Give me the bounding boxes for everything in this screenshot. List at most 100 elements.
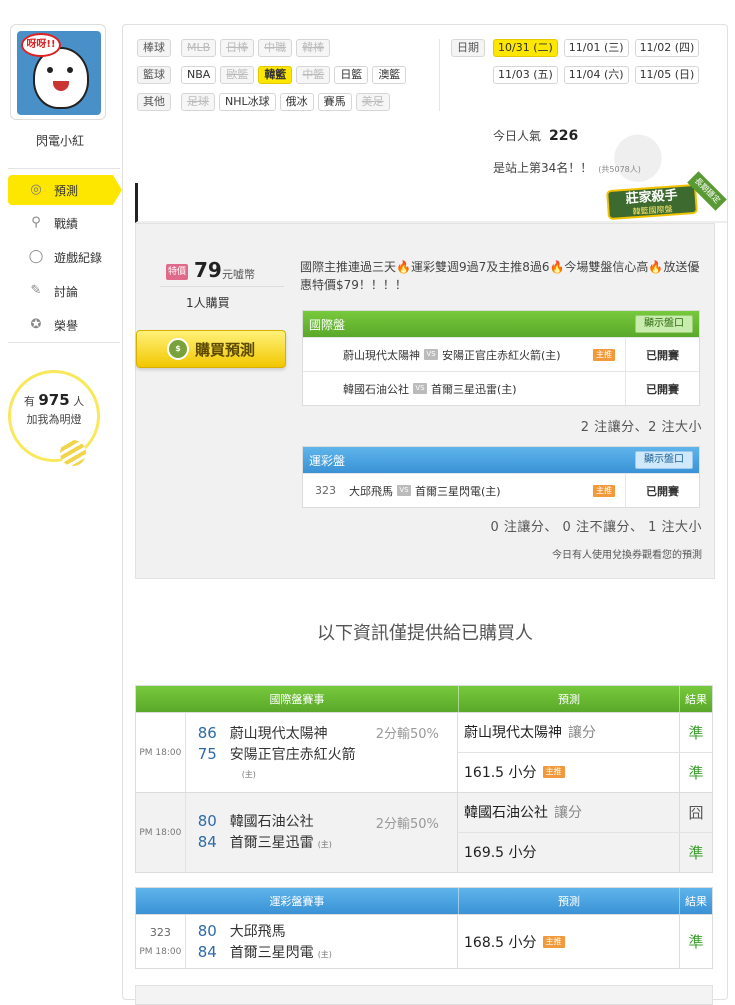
filter-baseball: 棒球 MLB 日棒 中職 韓棒 [137,39,331,57]
badge-subtitle: 韓籃國際盤 [632,204,673,217]
special-price-tag: 特價 [166,264,188,280]
pick-value: 161.5 小分 [464,765,537,782]
username[interactable]: 閃電小紅 [0,132,120,149]
date-tag[interactable]: 11/01 (三) [563,39,629,57]
category-label: 籃球 [137,66,171,84]
match-number: 323 [149,926,171,939]
tag-euro-basketball[interactable]: 歐籃 [220,66,255,84]
home-team: 大邱飛馬 [349,484,393,498]
avatar-mouth [53,81,69,91]
away-team: 首爾三星閃電 [229,945,314,961]
fans-prefix: 有 [23,395,35,408]
show-odds-button[interactable]: 顯示盤口 [635,451,693,469]
match-time: PM 18:00 [136,713,186,792]
tag-china-basketball[interactable]: 中籃 [296,66,331,84]
bottom-panel [135,985,713,1005]
nav-item-discussion[interactable]: ✎ 討論 [8,276,122,306]
date-tag[interactable]: 11/02 (四) [634,39,700,57]
fans-count-line: 有 975 人 [11,391,97,409]
date-label: 日期 [451,39,485,57]
pick: 169.5 小分 [458,832,680,872]
away-team: 首爾三星迅雷(主) [431,382,517,396]
pick: 蔚山現代太陽神 讓分 [458,713,680,752]
intl-line-title: 國際盤 [309,317,346,332]
popularity: 今日人氣 226 [493,127,578,144]
avatar-bubble: 呀呀!! [21,33,61,57]
nav-item-game-history[interactable]: ◯ 遊戲紀錄 [8,242,122,272]
host-marker: (主) [317,840,332,849]
avatar[interactable]: 呀呀!! [10,24,106,120]
fans-bulb[interactable]: 有 975 人 加我為明燈 [8,370,100,462]
nav-item-record[interactable]: ⚲ 戰績 [8,208,122,238]
table-header: 運彩盤賽事 預測 結果 [136,888,712,914]
match-teams: 80 大邱飛馬 84 首爾三星閃電 (主) [186,915,458,968]
tag-soccer[interactable]: 足球 [181,93,215,111]
picks: 168.5 小分 主推 準 [458,915,712,968]
vs-icon: VS [397,485,411,496]
show-odds-button[interactable]: 顯示盤口 [635,315,693,333]
nav-label: 榮譽 [54,318,79,333]
lottery-summary: 0 注讓分、 0 注不讓分、 1 注大小 [490,520,702,535]
date-tag[interactable]: 11/03 (五) [493,66,558,84]
column-header: 運彩盤賽事 [136,888,459,914]
nav-item-predict[interactable]: ◎ 預測 [8,175,122,205]
date-tag[interactable]: 11/04 (六) [563,66,629,84]
tag-russia-hockey[interactable]: 俄冰 [279,93,314,111]
main-pick-badge: 主推 [542,766,565,779]
tag-mlb[interactable]: MLB [181,39,217,57]
table-row: PM 18:00 80 韓國石油公社 84 首爾三星迅雷 (主) 2分輸50% … [136,792,712,872]
date-row: 11/03 (五) 11/04 (六) 11/05 (日) [493,66,700,84]
home-score: 80 [197,922,217,940]
tag-japan-basketball[interactable]: 日籃 [334,66,369,84]
tag-kbo[interactable]: 韓棒 [296,39,331,57]
vs-icon: VS [424,349,438,360]
tag-american-football[interactable]: 美足 [355,93,390,111]
rank-text: 是站上第34名！！ [493,161,593,175]
nav-label: 討論 [54,284,79,299]
tag-korea-basketball[interactable]: 韓籃 [258,66,293,84]
chat-icon: ✎ [30,283,42,298]
match-teams: 323 大邱飛馬 VS 首爾三星閃電(主) [303,483,593,499]
bulb-base-icon [60,440,86,466]
filter-other: 其他 足球 NHL冰球 俄冰 賽馬 美足 [137,93,390,111]
match-teams: 蔚山現代太陽神 VS 安陽正官庄赤紅火箭(主) [303,347,593,363]
badge-title: 莊家殺手 韓籃國際盤 [606,183,698,221]
vs-icon: VS [413,383,427,394]
pick: 韓國石油公社 讓分 [458,793,680,832]
handicap-odds: 2分輸50% [375,817,439,832]
column-header: 預測 [459,888,681,914]
intl-line-table: 國際盤 顯示盤口 蔚山現代太陽神 VS 安陽正官庄赤紅火箭(主) 主推 已開賽 … [302,310,700,406]
home-team: 韓國石油公社 [343,382,409,396]
away-score: 75 [197,745,217,763]
tag-cpbl[interactable]: 中職 [258,39,293,57]
pick-row: 161.5 小分 主推 準 [458,752,712,792]
tag-nhl[interactable]: NHL冰球 [219,93,276,111]
pick-result: 準 [688,723,704,742]
picks: 蔚山現代太陽神 讓分 準 161.5 小分 主推 準 [458,713,712,792]
lottery-results-table: 運彩盤賽事 預測 結果 323 PM 18:00 80 大邱飛馬 84 首爾三星… [135,887,713,969]
price: 79 [194,258,222,282]
date-tag[interactable]: 11/05 (日) [634,66,700,84]
buy-prediction-button[interactable]: $ 購買預測 [136,330,286,368]
column-header: 國際盤賽事 [136,686,459,712]
column-header: 結果 [685,693,708,706]
nav-item-honor[interactable]: ✪ 榮譽 [8,310,122,340]
tag-npb[interactable]: 日棒 [220,39,255,57]
date-tag[interactable]: 10/31 (二) [493,39,558,57]
pick: 161.5 小分 主推 [458,752,680,792]
match-time: PM 18:00 [136,793,186,872]
home-score: 80 [197,812,217,830]
coin-icon: $ [166,338,189,360]
picks: 韓國石油公社 讓分 囧 169.5 小分 準 [458,793,712,872]
table-header: 國際盤賽事 預測 結果 [136,686,712,712]
home-team: 韓國石油公社 [229,814,314,830]
match-teams: 80 韓國石油公社 84 首爾三星迅雷 (主) 2分輸50% [186,793,458,872]
buyer-count: 1人購買 [186,296,230,310]
pick-type: 讓分 [554,805,582,822]
tag-horse-racing[interactable]: 賽馬 [317,93,352,111]
tag-aus-basketball[interactable]: 澳籃 [372,66,407,84]
price-unit: 元噓幣 [222,268,255,281]
fans-text: 加我為明燈 [26,413,82,426]
tag-nba[interactable]: NBA [181,66,217,84]
avatar-eye [67,67,73,73]
